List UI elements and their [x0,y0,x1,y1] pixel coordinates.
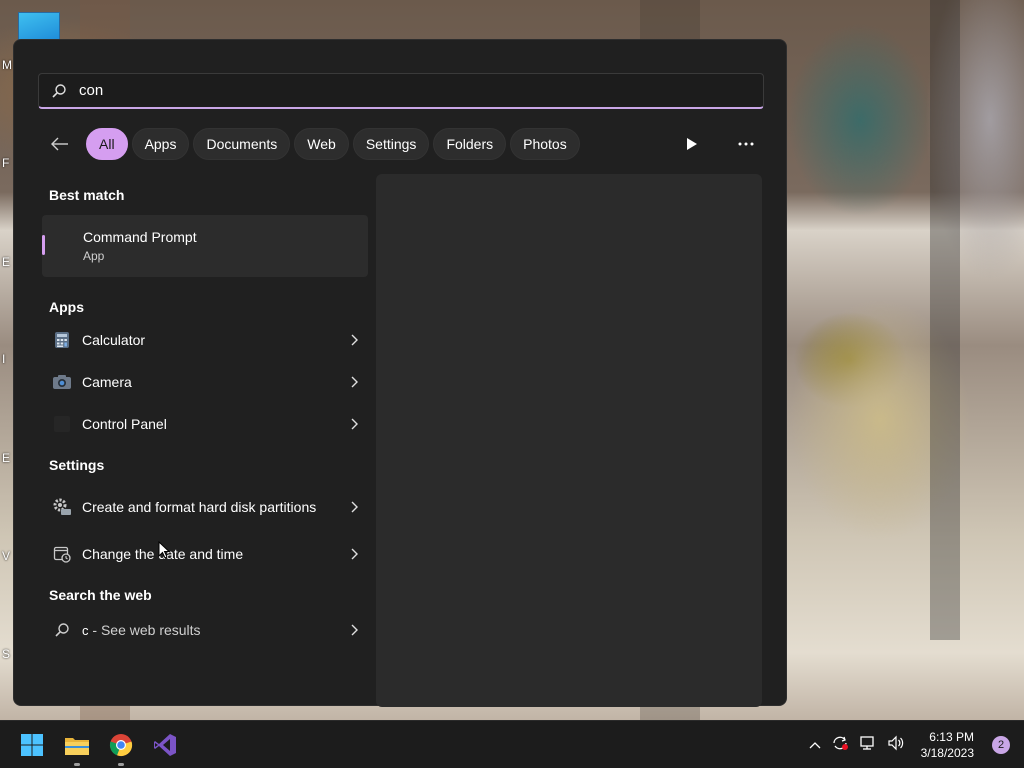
result-label: Change the date and time [82,546,244,562]
filter-settings[interactable]: Settings [352,128,430,160]
desktop-label: M [2,58,12,72]
section-heading: Apps [49,299,84,315]
mouse-cursor-icon [158,541,170,559]
clock[interactable]: 6:13 PM 3/18/2023 [921,729,974,761]
back-button[interactable] [44,128,76,160]
filter-folders[interactable]: Folders [433,128,507,160]
system-tray: 6:13 PM 3/18/2023 2 [809,721,1010,768]
camera-icon [42,374,82,390]
visual-studio-icon [154,734,176,756]
section-heading: Search the web [49,587,152,603]
running-indicator [118,763,124,766]
selection-accent [42,235,45,255]
clock-time: 6:13 PM [929,730,974,744]
desktop-label: I [2,352,6,366]
best-match-command-prompt[interactable]: Command Prompt App [42,215,368,277]
search-icon [42,622,82,638]
preview-pane [376,174,762,707]
result-label: Control Panel [82,416,167,432]
filter-apps[interactable]: Apps [131,128,190,160]
chevron-right-icon [340,418,368,430]
result-calculator[interactable]: Calculator [42,319,368,361]
network-icon[interactable] [859,735,877,756]
play-icon [687,138,697,150]
chevron-right-icon [340,376,368,388]
arrow-left-icon [51,137,68,151]
more-icon [738,142,754,146]
taskbar-visual-studio[interactable] [149,729,181,761]
result-web-search[interactable]: c - See web results [42,609,368,651]
result-date-time[interactable]: Change the date and time [42,533,368,575]
sync-icon[interactable] [831,735,849,756]
result-disk-partitions[interactable]: Create and format hard disk partitions [42,481,368,533]
chevron-up-icon[interactable] [809,736,821,754]
volume-icon[interactable] [887,735,905,756]
search-panel: All Apps Documents Web Settings Folders … [13,39,787,707]
taskbar-file-explorer[interactable] [61,729,93,766]
search-box[interactable] [38,73,764,109]
result-camera[interactable]: Camera [42,361,368,403]
result-control-panel[interactable]: Control Panel [42,403,368,445]
filter-web[interactable]: Web [294,128,349,160]
search-input[interactable] [79,82,679,99]
play-button[interactable] [676,128,708,160]
chevron-right-icon [340,548,368,560]
result-label: Camera [82,374,132,390]
running-indicator [74,763,80,766]
web-result-label: c - See web results [82,622,340,638]
filter-all[interactable]: All [86,128,128,160]
start-button[interactable] [16,729,48,761]
section-heading: Best match [49,187,125,203]
gear-disk-icon [42,497,82,517]
filter-photos[interactable]: Photos [510,128,580,160]
calculator-icon [42,331,82,349]
best-match-title: Command Prompt [83,229,197,245]
desktop-label: F [2,156,10,170]
control-panel-icon [42,415,82,433]
results-list: Best match Command Prompt App Apps Calcu… [42,174,368,651]
filter-bar: All Apps Documents Web Settings Folders … [44,128,580,160]
filter-documents[interactable]: Documents [193,128,291,160]
desktop-label: V [2,549,11,563]
section-heading: Settings [49,457,105,473]
result-label: Create and format hard disk partitions [82,499,317,515]
best-match-subtitle: App [83,249,105,263]
windows-logo-icon [21,734,43,756]
web-suffix: - See web results [88,622,201,638]
chrome-icon [109,734,133,757]
calendar-clock-icon [42,545,82,563]
folder-icon [65,738,89,755]
chevron-right-icon [340,501,368,513]
notification-badge[interactable]: 2 [992,736,1010,754]
desktop-label: S [2,647,11,661]
desktop-label: E [2,451,11,465]
clock-date: 3/18/2023 [920,746,974,760]
chevron-right-icon [340,334,368,346]
more-options-button[interactable] [730,128,762,160]
chevron-right-icon [340,624,368,636]
taskbar: 6:13 PM 3/18/2023 2 [0,720,1024,768]
taskbar-chrome[interactable] [105,729,137,766]
result-label: Calculator [82,332,146,348]
search-icon [39,83,79,99]
desktop-label: E [2,255,11,269]
